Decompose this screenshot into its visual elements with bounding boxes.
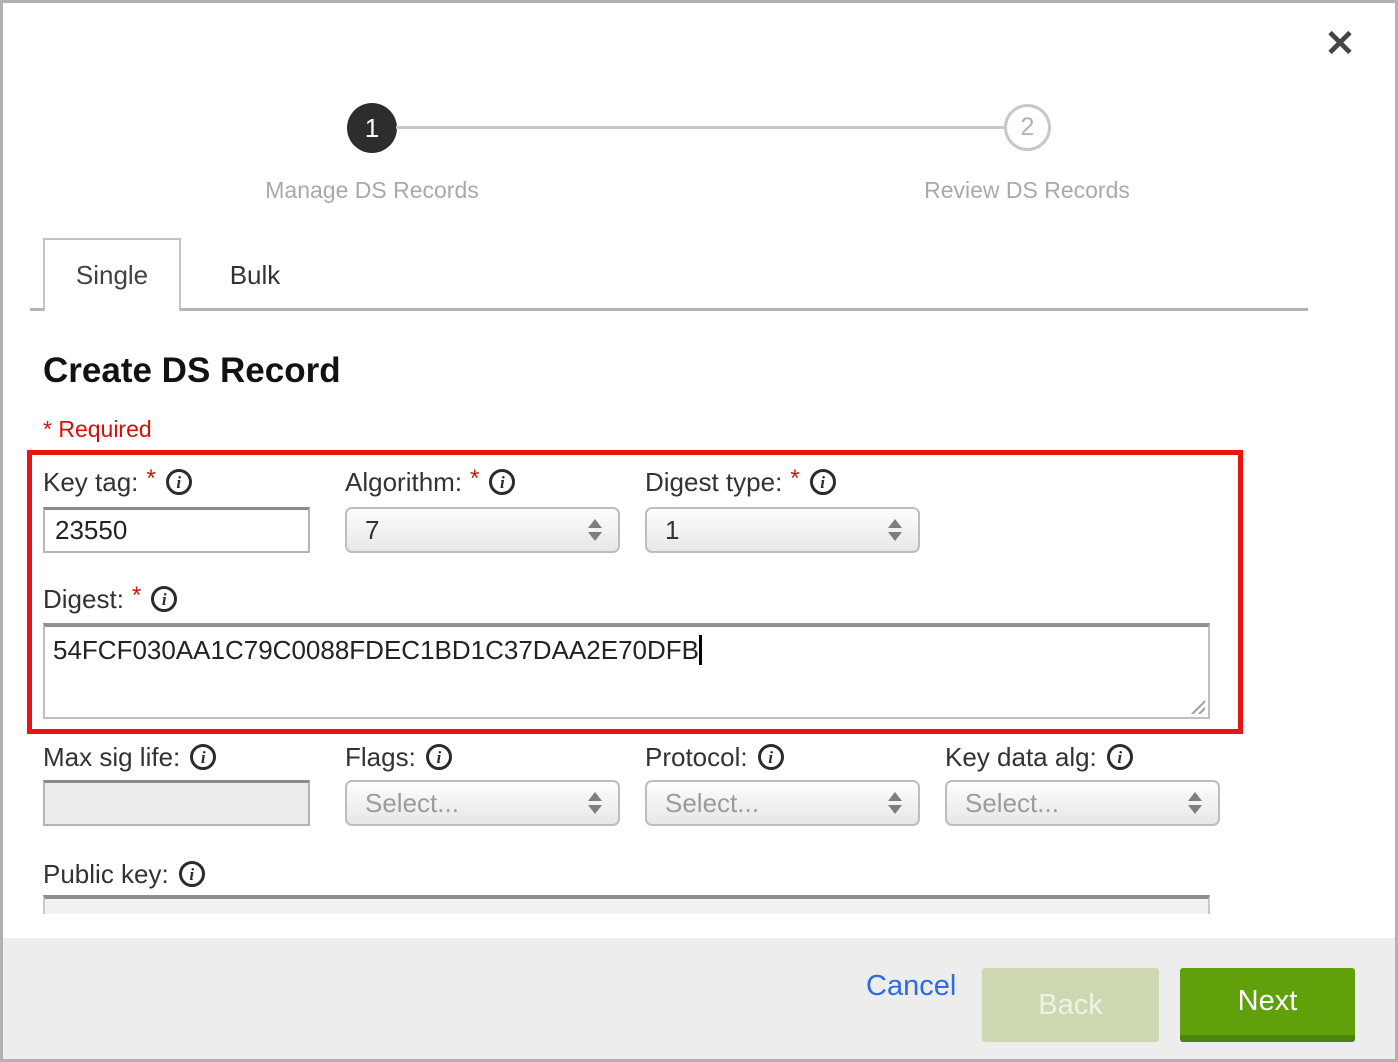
public-key-label-text: Public key: [43,859,169,890]
key-data-alg-select-value: Select... [947,788,1188,819]
info-glyph: i [201,749,206,766]
info-glyph: i [820,474,825,491]
key-tag-input[interactable] [43,507,310,553]
select-arrows [888,792,902,814]
step-2-label: Review DS Records [902,177,1152,204]
required-note: * Required [43,416,152,443]
info-glyph: i [1117,749,1122,766]
chevron-down-icon [888,805,902,814]
info-glyph: i [500,474,505,491]
digest-type-label: Digest type: * i [645,467,836,497]
info-glyph: i [176,474,181,491]
text-cursor [699,635,702,665]
next-button[interactable]: Next [1180,968,1355,1042]
flags-label: Flags: i [345,742,452,772]
protocol-label-text: Protocol: [645,742,748,773]
tab-single[interactable]: Single [43,238,181,311]
digest-value: 54FCF030AA1C79C0088FDEC1BD1C37DAA2E70DFB [53,635,699,665]
back-button[interactable]: Back [982,968,1159,1042]
step-1-label: Manage DS Records [247,177,497,204]
max-sig-life-label: Max sig life: i [43,742,216,772]
chevron-down-icon [1188,805,1202,814]
page-title: Create DS Record [43,351,341,391]
required-asterisk: * [470,465,479,493]
key-data-alg-label-text: Key data alg: [945,742,1097,773]
info-glyph: i [189,866,194,883]
flags-label-text: Flags: [345,742,416,773]
flags-select[interactable]: Select... [345,780,620,826]
info-glyph: i [436,749,441,766]
chevron-up-icon [888,792,902,801]
key-tag-label: Key tag: * i [43,467,192,497]
digest-textarea[interactable]: 54FCF030AA1C79C0088FDEC1BD1C37DAA2E70DFB [43,623,1210,719]
select-arrows [888,519,902,541]
info-icon[interactable]: i [1107,744,1133,770]
info-icon[interactable]: i [758,744,784,770]
digest-label-text: Digest: [43,584,124,615]
required-asterisk: * [790,465,799,493]
chevron-up-icon [588,792,602,801]
max-sig-life-label-text: Max sig life: [43,742,180,773]
info-icon[interactable]: i [151,586,177,612]
key-data-alg-label: Key data alg: i [945,742,1133,772]
select-arrows [1188,792,1202,814]
cancel-button[interactable]: Cancel [866,970,956,1003]
resize-handle-icon[interactable] [1188,697,1205,714]
flags-select-value: Select... [347,788,588,819]
chevron-down-icon [888,532,902,541]
close-icon[interactable]: ✕ [1316,20,1364,68]
max-sig-life-input[interactable] [43,780,310,826]
create-ds-record-modal: ✕ 1 2 Manage DS Records Review DS Record… [0,0,1398,1062]
digest-type-select-value: 1 [647,515,888,546]
public-key-textarea[interactable] [43,895,1210,914]
info-icon[interactable]: i [190,744,216,770]
algorithm-label: Algorithm: * i [345,467,515,497]
info-icon[interactable]: i [179,861,205,887]
chevron-down-icon [588,532,602,541]
tab-bulk[interactable]: Bulk [185,240,325,310]
select-arrows [588,519,602,541]
info-icon[interactable]: i [810,469,836,495]
algorithm-select-value: 7 [347,515,588,546]
info-icon[interactable]: i [489,469,515,495]
protocol-select-value: Select... [647,788,888,819]
required-asterisk: * [132,582,141,610]
info-glyph: i [768,749,773,766]
algorithm-label-text: Algorithm: [345,467,462,498]
info-icon[interactable]: i [166,469,192,495]
stepper-connector-line [396,126,1007,129]
digest-type-label-text: Digest type: [645,467,782,498]
chevron-up-icon [1188,792,1202,801]
required-asterisk: * [146,465,155,493]
protocol-select[interactable]: Select... [645,780,920,826]
digest-label: Digest: * i [43,584,177,614]
key-tag-label-text: Key tag: [43,467,138,498]
step-2-indicator: 2 [1004,104,1051,151]
info-glyph: i [162,591,167,608]
chevron-up-icon [888,519,902,528]
info-icon[interactable]: i [426,744,452,770]
modal-footer: Cancel Back Next [3,938,1395,1059]
select-arrows [588,792,602,814]
algorithm-select[interactable]: 7 [345,507,620,553]
chevron-down-icon [588,805,602,814]
protocol-label: Protocol: i [645,742,784,772]
chevron-up-icon [588,519,602,528]
step-1-indicator: 1 [347,103,397,153]
public-key-label: Public key: i [43,859,205,889]
key-data-alg-select[interactable]: Select... [945,780,1220,826]
digest-type-select[interactable]: 1 [645,507,920,553]
